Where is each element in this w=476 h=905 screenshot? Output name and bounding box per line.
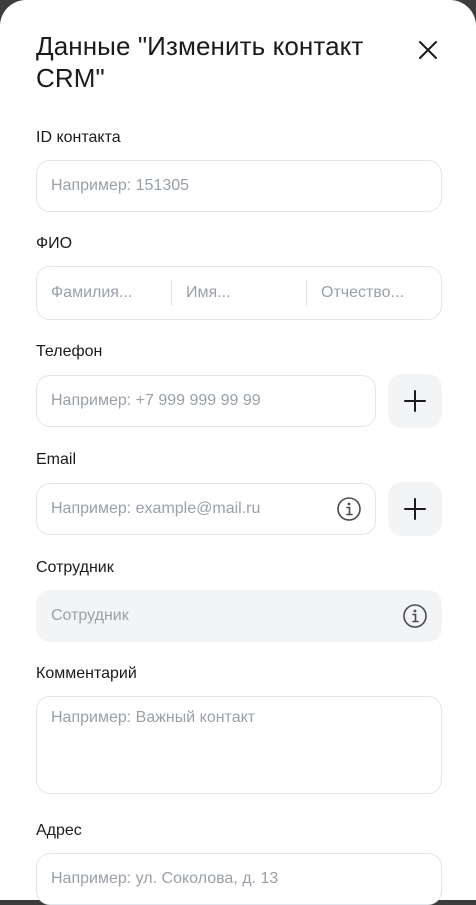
modal-title: Данные "Изменить контакт CRM" xyxy=(36,31,364,93)
email-input-wrap xyxy=(36,483,376,535)
email-label: Email xyxy=(36,451,77,468)
first-name-input[interactable] xyxy=(172,284,306,302)
employee-input-wrap xyxy=(36,590,442,642)
close-icon xyxy=(419,41,437,59)
plus-icon xyxy=(404,390,426,412)
edit-contact-modal: Данные "Изменить контакт CRM" ID контакт… xyxy=(0,0,476,905)
comment-textarea[interactable] xyxy=(36,696,442,794)
fio-group xyxy=(36,266,442,320)
contact-id-field: ID контакта xyxy=(36,128,442,212)
phone-input-wrap xyxy=(36,375,376,427)
address-input[interactable] xyxy=(36,853,442,905)
fio-label: ФИО xyxy=(36,235,73,252)
employee-field: Сотрудник xyxy=(36,558,442,642)
contact-id-label: ID контакта xyxy=(36,129,121,146)
contact-id-input[interactable] xyxy=(36,160,442,212)
employee-input[interactable] xyxy=(36,590,442,642)
add-phone-button[interactable] xyxy=(388,374,442,428)
modal-header: Данные "Изменить контакт CRM" xyxy=(36,30,442,128)
employee-label: Сотрудник xyxy=(36,559,114,576)
last-name-input[interactable] xyxy=(37,284,171,302)
phone-input[interactable] xyxy=(36,375,376,427)
add-email-button[interactable] xyxy=(388,482,442,536)
address-field: Адрес xyxy=(36,821,442,905)
info-icon[interactable] xyxy=(402,603,428,629)
close-button[interactable] xyxy=(416,38,440,62)
comment-field: Комментарий xyxy=(36,664,442,799)
info-icon[interactable] xyxy=(336,496,362,522)
plus-icon xyxy=(404,498,426,520)
email-input[interactable] xyxy=(36,483,376,535)
phone-label: Телефон xyxy=(36,343,103,360)
fio-field: ФИО xyxy=(36,234,442,320)
phone-row xyxy=(36,374,442,428)
email-field: Email xyxy=(36,450,442,536)
middle-name-input[interactable] xyxy=(307,284,441,302)
phone-field: Телефон xyxy=(36,342,442,428)
comment-label: Комментарий xyxy=(36,665,137,682)
email-row xyxy=(36,482,442,536)
address-label: Адрес xyxy=(36,822,82,839)
